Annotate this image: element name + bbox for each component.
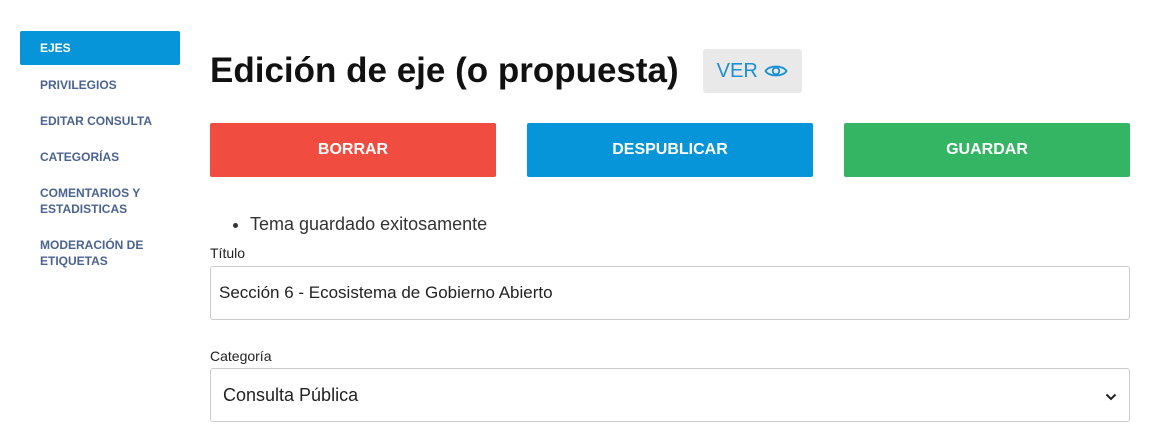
title-label: Título: [210, 245, 246, 261]
sidebar-item-categorias[interactable]: CATEGORÍAS: [20, 149, 180, 165]
save-button[interactable]: GUARDAR: [844, 123, 1130, 177]
action-bar: BORRAR DESPUBLICAR GUARDAR: [210, 123, 1130, 177]
category-selected-value: Consulta Pública: [223, 384, 359, 405]
title-input[interactable]: [210, 266, 1130, 320]
sidebar-item-editar-consulta[interactable]: EDITAR CONSULTA: [20, 113, 180, 129]
chevron-down-icon: [1105, 385, 1117, 406]
messages-list: Tema guardado exitosamente: [230, 212, 487, 236]
eye-icon: [764, 63, 788, 79]
sidebar: EJES PRIVILEGIOS EDITAR CONSULTA CATEGOR…: [20, 31, 180, 269]
success-message: Tema guardado exitosamente: [250, 212, 487, 236]
delete-button[interactable]: BORRAR: [210, 123, 496, 177]
view-button-label: VER: [716, 59, 758, 82]
sidebar-item-comentarios[interactable]: COMENTARIOS Y ESTADISTICAS: [20, 185, 180, 217]
unpublish-button[interactable]: DESPUBLICAR: [527, 123, 813, 177]
sidebar-item-ejes[interactable]: EJES: [20, 31, 180, 65]
title-row: Edición de eje (o propuesta) VER: [210, 49, 802, 93]
category-label: Categoría: [210, 348, 272, 364]
sidebar-item-privilegios[interactable]: PRIVILEGIOS: [20, 77, 180, 93]
category-select[interactable]: Consulta Pública: [210, 368, 1130, 422]
sidebar-item-moderacion[interactable]: MODERACIÓN DE ETIQUETAS: [20, 237, 180, 269]
page-title: Edición de eje (o propuesta): [210, 51, 679, 90]
view-button[interactable]: VER: [702, 49, 802, 93]
